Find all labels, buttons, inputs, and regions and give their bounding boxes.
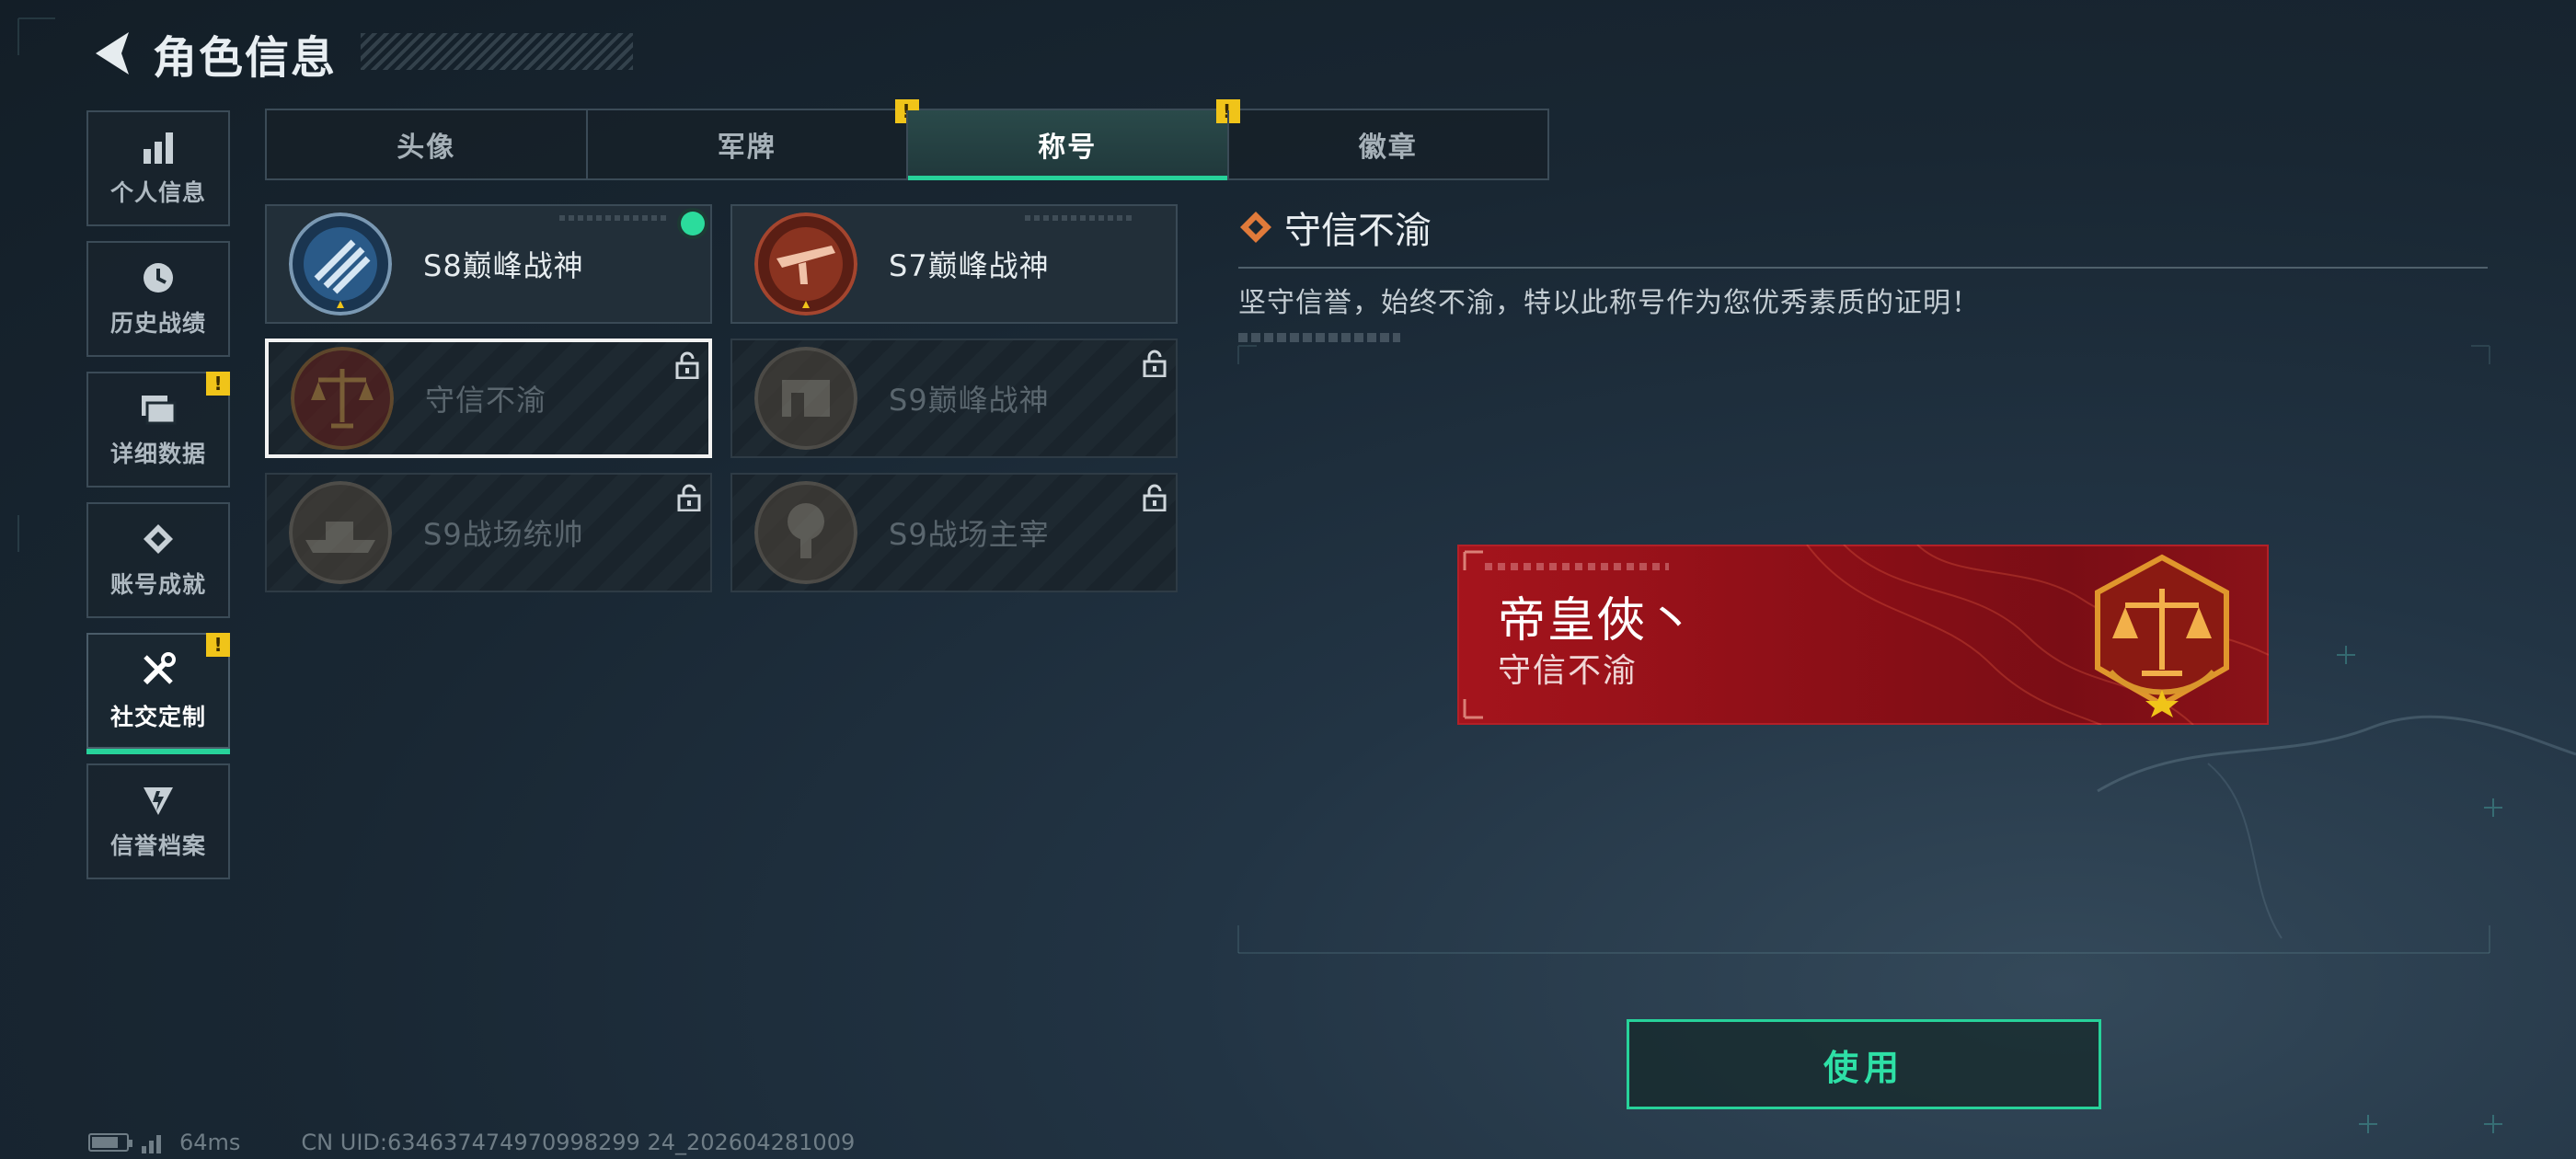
history-icon [144, 263, 173, 293]
status-bar: 64ms CN UID:634637474970998299 24_202604… [88, 1130, 855, 1155]
lock-icon [1143, 484, 1167, 511]
s9-dominator-emblem-icon [754, 481, 857, 584]
title-decoration [361, 33, 633, 70]
detail-decoration [1238, 333, 1400, 342]
title-card-s7-peak[interactable]: S7巅峰战神 [730, 204, 1178, 324]
s8-emblem-icon [289, 212, 392, 316]
diamond-icon [1240, 212, 1271, 243]
s9-peak-emblem-icon [754, 347, 857, 450]
title-card-s8-peak[interactable]: S8巅峰战神 [265, 204, 712, 324]
sidebar-item-social-custom[interactable]: 社交定制 ! [86, 633, 230, 754]
tab-avatar[interactable]: 头像 [267, 110, 586, 178]
detail-title-row: 守信不渝 [1238, 201, 2490, 254]
title-preview-banner: 帝皇俠丶 守信不渝 [1457, 545, 2269, 725]
bar-chart-icon [144, 132, 173, 164]
lock-icon [675, 351, 699, 379]
sidebar-item-achievements[interactable]: 账号成就 [86, 502, 230, 618]
battery-icon [88, 1133, 132, 1152]
banner-title: 守信不渝 [1498, 652, 1639, 690]
title-name: S9战场主宰 [889, 517, 1050, 552]
back-arrow-icon [96, 32, 129, 75]
title-detail-panel: 守信不渝 坚守信誉，始终不渝，特以此称号作为您优秀素质的证明！ [1238, 201, 2490, 342]
title-name: 守信不渝 [425, 383, 547, 418]
tab-label: 徽章 [1358, 132, 1418, 164]
sidebar: 个人信息 历史战绩 详细数据 ! 账号成就 社交定制 ! 信誉档案 [86, 110, 234, 894]
title-card-s9-commander[interactable]: S9战场统帅 [265, 473, 712, 592]
ping-value: 64ms [179, 1130, 241, 1155]
notification-badge: ! [206, 633, 230, 657]
tab-bar: 头像 军牌 ! 称号 ! 徽章 [265, 99, 1549, 180]
lock-icon [1143, 350, 1167, 377]
banner-decoration [1485, 563, 1669, 570]
sidebar-item-label: 账号成就 [109, 571, 206, 598]
tab-label: 军牌 [717, 132, 776, 164]
credit-icon [144, 787, 173, 815]
card-decoration [1025, 215, 1135, 221]
card-decoration [559, 215, 670, 221]
sidebar-item-detail-data[interactable]: 详细数据 ! [86, 372, 230, 488]
s9-commander-emblem-icon [289, 481, 392, 584]
sidebar-item-history[interactable]: 历史战绩 [86, 241, 230, 357]
tab-title[interactable]: 称号 ! [906, 99, 1240, 180]
title-name: S9战场统帅 [423, 517, 584, 552]
header: 角色信息 [85, 24, 633, 84]
notification-badge: ! [206, 372, 230, 396]
sidebar-item-label: 详细数据 [109, 441, 206, 467]
player-name: 帝皇俠丶 [1498, 593, 1697, 648]
scales-emblem-icon [2095, 554, 2229, 717]
page-title: 角色信息 [153, 32, 338, 84]
tab-badge[interactable]: 徽章 [1226, 110, 1548, 178]
sidebar-item-label: 社交定制 [109, 704, 206, 730]
title-name: S8巅峰战神 [423, 248, 584, 283]
tools-icon [143, 652, 176, 685]
sidebar-item-label: 个人信息 [109, 179, 206, 206]
folder-icon [142, 396, 177, 425]
scales-emblem-icon [291, 347, 394, 450]
divider [1238, 267, 2488, 269]
title-card-s9-dominator[interactable]: S9战场主宰 [730, 473, 1178, 592]
lock-icon [677, 484, 701, 511]
title-name: S9巅峰战神 [889, 383, 1050, 418]
sidebar-item-label: 历史战绩 [109, 310, 206, 337]
uid-text: CN UID:634637474970998299 24_20260428100… [301, 1130, 856, 1155]
sidebar-item-personal-info[interactable]: 个人信息 [86, 110, 230, 226]
back-button[interactable] [85, 27, 138, 80]
detail-title: 守信不渝 [1284, 210, 1432, 252]
use-button[interactable]: 使用 [1627, 1019, 2101, 1109]
tab-dog-tag[interactable]: 军牌 ! [585, 99, 919, 178]
detail-description: 坚守信誉，始终不渝，特以此称号作为您优秀素质的证明！ [1238, 287, 1980, 319]
title-card-s9-peak[interactable]: S9巅峰战神 [730, 339, 1178, 458]
title-name: S7巅峰战神 [889, 248, 1050, 283]
title-card-keep-faith[interactable]: 守信不渝 [265, 339, 712, 458]
s7-emblem-icon [754, 212, 857, 316]
signal-icon [142, 1131, 161, 1153]
tab-label: 称号 [1038, 132, 1098, 164]
achievement-icon [144, 524, 173, 554]
tab-label: 头像 [397, 132, 456, 164]
equipped-indicator [681, 212, 705, 235]
sidebar-item-credit-record[interactable]: 信誉档案 [86, 763, 230, 879]
sidebar-item-label: 信誉档案 [109, 832, 206, 859]
